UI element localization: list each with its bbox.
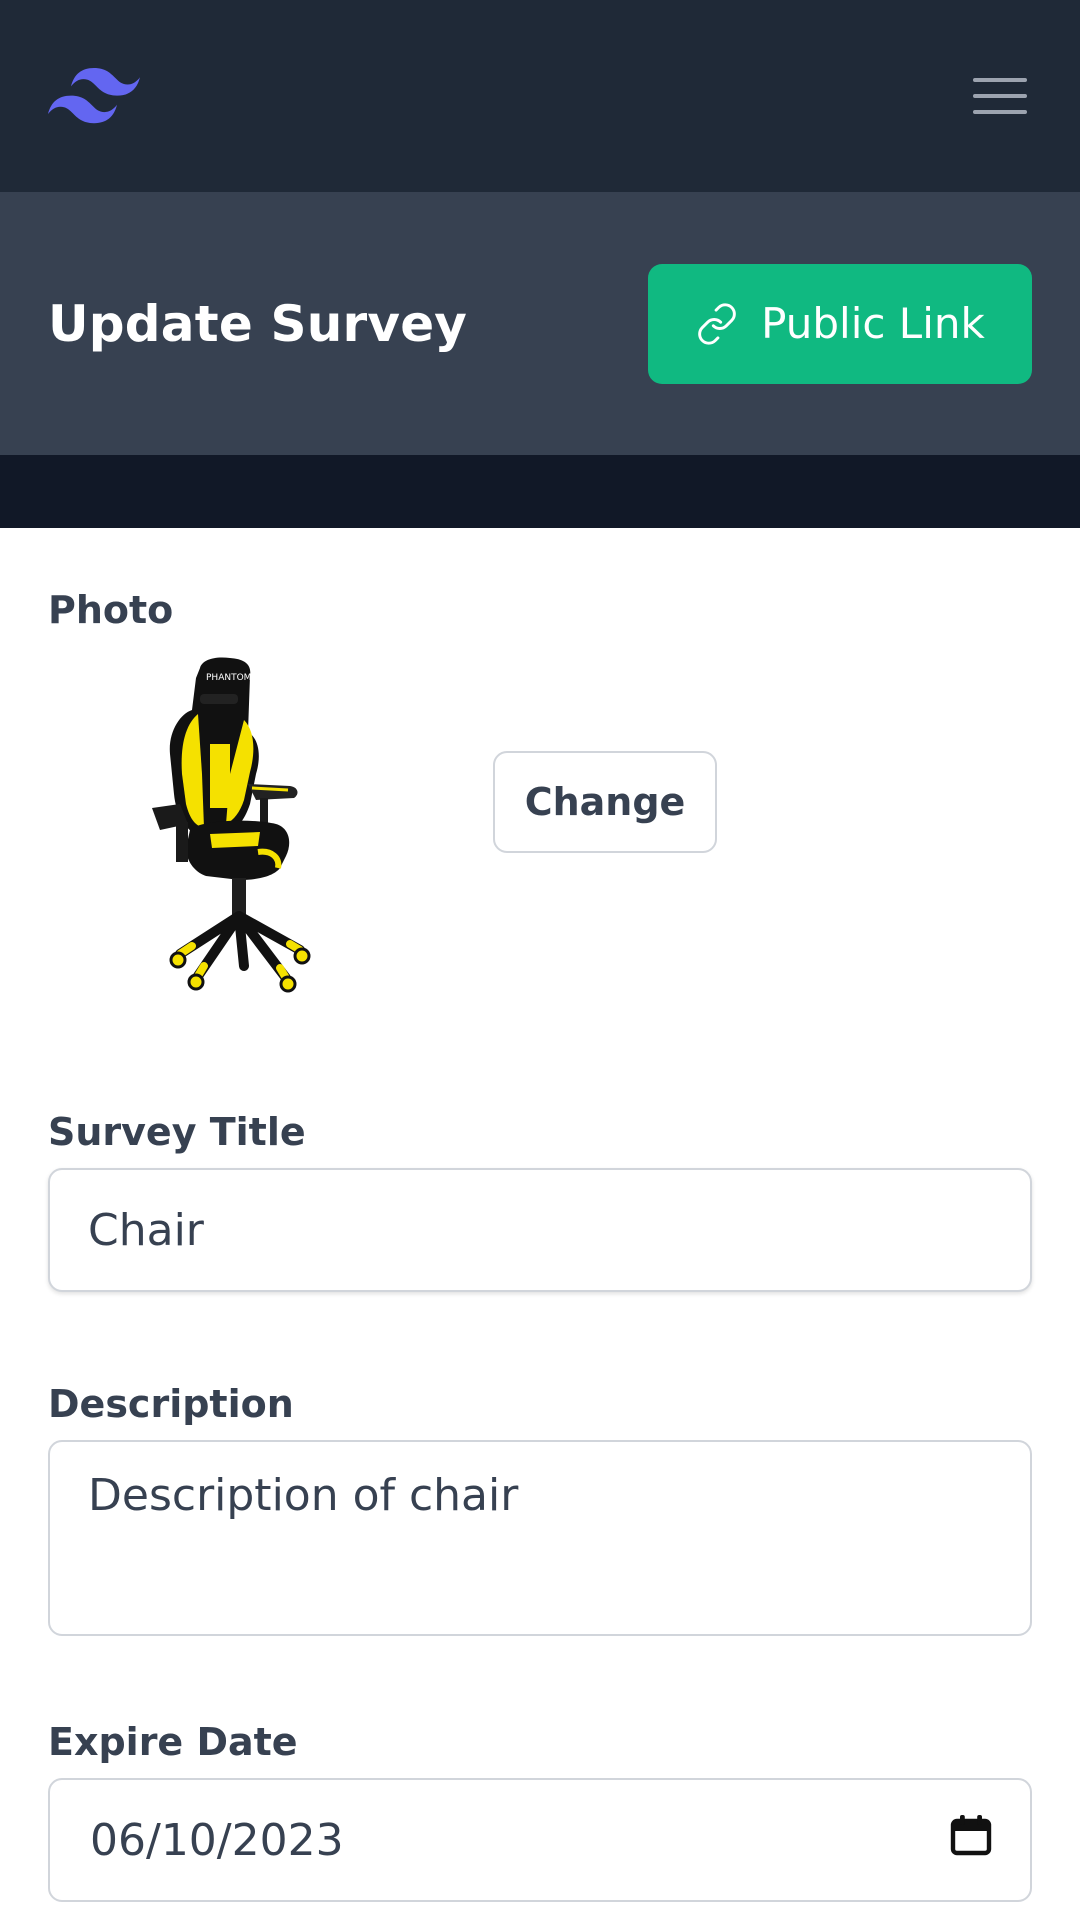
link-icon bbox=[695, 302, 739, 346]
description-label: Description bbox=[48, 1382, 294, 1426]
expire-date-label: Expire Date bbox=[48, 1720, 298, 1764]
menu-bar bbox=[973, 94, 1027, 98]
menu-bar bbox=[973, 78, 1027, 82]
survey-form: Photo PHANTOM Change Survey Title Chair … bbox=[0, 588, 1080, 1902]
photo-row: PHANTOM Change bbox=[48, 632, 1032, 1012]
page-header: Update Survey Public Link bbox=[0, 192, 1080, 455]
expire-date-value: 06/10/2023 bbox=[90, 1814, 344, 1866]
menu-bar bbox=[973, 110, 1027, 114]
survey-title-label: Survey Title bbox=[48, 1110, 306, 1154]
public-link-label: Public Link bbox=[761, 299, 985, 348]
photo-label: Photo bbox=[48, 588, 174, 632]
calendar-icon[interactable] bbox=[950, 1813, 992, 1868]
change-photo-button[interactable]: Change bbox=[493, 751, 717, 853]
top-navbar bbox=[0, 0, 1080, 192]
gaming-chair-image: PHANTOM bbox=[140, 654, 340, 994]
page-title: Update Survey bbox=[48, 294, 468, 353]
survey-title-input[interactable] bbox=[48, 1168, 1032, 1292]
svg-text:PHANTOM: PHANTOM bbox=[206, 673, 251, 683]
expire-date-input[interactable]: 06/10/2023 bbox=[48, 1778, 1032, 1902]
header-divider-strip bbox=[0, 455, 1080, 528]
tailwind-logo-icon[interactable] bbox=[48, 68, 140, 124]
hamburger-menu-icon[interactable] bbox=[968, 64, 1032, 128]
public-link-button[interactable]: Public Link bbox=[648, 263, 1032, 384]
description-textarea[interactable]: Description of chair bbox=[48, 1440, 1032, 1636]
